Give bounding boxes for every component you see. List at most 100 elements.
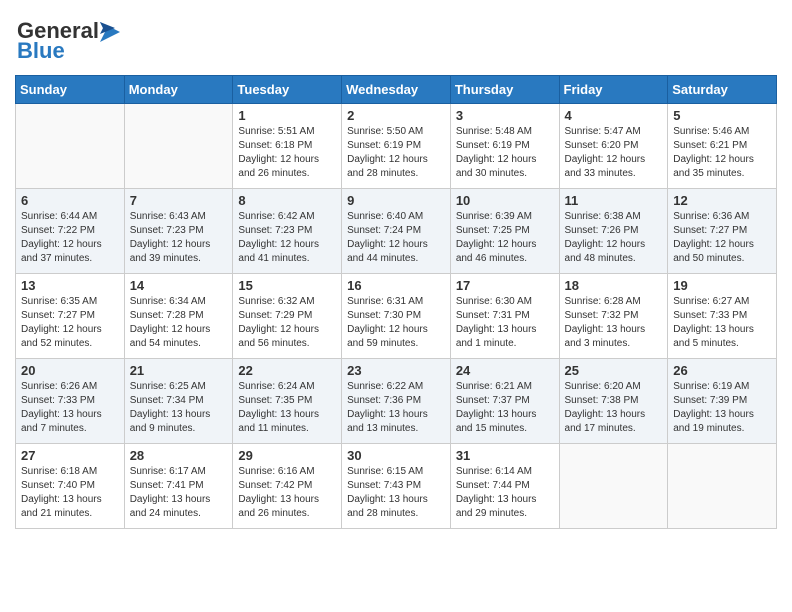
calendar-cell: 9 Sunrise: 6:40 AM Sunset: 7:24 PM Daylig…: [342, 189, 451, 274]
calendar-cell: 12 Sunrise: 6:36 AM Sunset: 7:27 PM Dayli…: [668, 189, 777, 274]
calendar-cell: [16, 104, 125, 189]
day-number: 15: [238, 278, 336, 293]
day-info: Sunrise: 6:30 AM Sunset: 7:31 PM Dayligh…: [456, 295, 554, 351]
calendar-cell: 14 Sunrise: 6:34 AM Sunset: 7:28 PM Dayli…: [124, 274, 233, 359]
calendar-cell: 7 Sunrise: 6:43 AM Sunset: 7:23 PM Daylig…: [124, 189, 233, 274]
calendar-cell: 8Sunrise: 6:42 AM Sunset: 7:23 PM Daylig…: [233, 189, 342, 274]
day-number: 28: [130, 448, 228, 463]
day-info: Sunrise: 6:36 AM Sunset: 7:27 PM Dayligh…: [673, 210, 771, 266]
day-number: 8: [238, 193, 336, 208]
day-number: 12: [673, 193, 771, 208]
page-container: General Blue SundayMondayTuesdayWednesda…: [0, 0, 792, 544]
calendar-cell: 28 Sunrise: 6:17 AM Sunset: 7:41 PM Dayli…: [124, 444, 233, 529]
day-number: 14: [130, 278, 228, 293]
header-day-thursday: Thursday: [450, 76, 559, 104]
day-number: 27: [21, 448, 119, 463]
day-number: 21: [130, 363, 228, 378]
day-info: Sunrise: 6:17 AM Sunset: 7:41 PM Dayligh…: [130, 465, 228, 521]
day-number: 29: [238, 448, 336, 463]
day-number: 3: [456, 108, 554, 123]
day-info: Sunrise: 6:44 AM Sunset: 7:22 PM Dayligh…: [21, 210, 119, 266]
day-number: 23: [347, 363, 445, 378]
day-number: 25: [565, 363, 663, 378]
calendar-cell: 31 Sunrise: 6:14 AM Sunset: 7:44 PM Dayli…: [450, 444, 559, 529]
day-info: Sunrise: 6:25 AM Sunset: 7:34 PM Dayligh…: [130, 380, 228, 436]
calendar-cell: 1 Sunrise: 5:51 AM Sunset: 6:18 PM Daylig…: [233, 104, 342, 189]
day-info: Sunrise: 6:14 AM Sunset: 7:44 PM Dayligh…: [456, 465, 554, 521]
day-number: 26: [673, 363, 771, 378]
day-info: Sunrise: 6:31 AM Sunset: 7:30 PM Dayligh…: [347, 295, 445, 351]
header: General Blue: [15, 10, 777, 67]
calendar-week-2: 6 Sunrise: 6:44 AM Sunset: 7:22 PM Daylig…: [16, 189, 777, 274]
header-day-wednesday: Wednesday: [342, 76, 451, 104]
calendar-cell: 26 Sunrise: 6:19 AM Sunset: 7:39 PM Dayli…: [668, 359, 777, 444]
day-info: Sunrise: 6:24 AM Sunset: 7:35 PM Dayligh…: [238, 380, 336, 436]
calendar-cell: 15 Sunrise: 6:32 AM Sunset: 7:29 PM Dayli…: [233, 274, 342, 359]
day-info: Sunrise: 6:15 AM Sunset: 7:43 PM Dayligh…: [347, 465, 445, 521]
day-info: Sunrise: 5:48 AM Sunset: 6:19 PM Dayligh…: [456, 125, 554, 181]
calendar-cell: 6 Sunrise: 6:44 AM Sunset: 7:22 PM Daylig…: [16, 189, 125, 274]
day-number: 2: [347, 108, 445, 123]
day-number: 7: [130, 193, 228, 208]
calendar-cell: 25 Sunrise: 6:20 AM Sunset: 7:38 PM Dayli…: [559, 359, 668, 444]
day-info: Sunrise: 6:20 AM Sunset: 7:38 PM Dayligh…: [565, 380, 663, 436]
day-number: 22: [238, 363, 336, 378]
day-number: 4: [565, 108, 663, 123]
calendar-cell: 3 Sunrise: 5:48 AM Sunset: 6:19 PM Daylig…: [450, 104, 559, 189]
calendar-week-1: 1 Sunrise: 5:51 AM Sunset: 6:18 PM Daylig…: [16, 104, 777, 189]
calendar-week-4: 20Sunrise: 6:26 AM Sunset: 7:33 PM Dayli…: [16, 359, 777, 444]
day-info: Sunrise: 5:47 AM Sunset: 6:20 PM Dayligh…: [565, 125, 663, 181]
header-day-tuesday: Tuesday: [233, 76, 342, 104]
day-info: Sunrise: 6:19 AM Sunset: 7:39 PM Dayligh…: [673, 380, 771, 436]
day-info: Sunrise: 6:21 AM Sunset: 7:37 PM Dayligh…: [456, 380, 554, 436]
day-number: 1: [238, 108, 336, 123]
day-info: Sunrise: 6:43 AM Sunset: 7:23 PM Dayligh…: [130, 210, 228, 266]
calendar-header-row: SundayMondayTuesdayWednesdayThursdayFrid…: [16, 76, 777, 104]
day-number: 31: [456, 448, 554, 463]
calendar-cell: 19 Sunrise: 6:27 AM Sunset: 7:33 PM Dayli…: [668, 274, 777, 359]
calendar-cell: [124, 104, 233, 189]
day-info: Sunrise: 5:51 AM Sunset: 6:18 PM Dayligh…: [238, 125, 336, 181]
day-info: Sunrise: 6:38 AM Sunset: 7:26 PM Dayligh…: [565, 210, 663, 266]
day-info: Sunrise: 6:28 AM Sunset: 7:32 PM Dayligh…: [565, 295, 663, 351]
day-number: 18: [565, 278, 663, 293]
day-number: 24: [456, 363, 554, 378]
calendar-cell: 21 Sunrise: 6:25 AM Sunset: 7:34 PM Dayli…: [124, 359, 233, 444]
calendar-cell: 13 Sunrise: 6:35 AM Sunset: 7:27 PM Dayli…: [16, 274, 125, 359]
day-number: 13: [21, 278, 119, 293]
day-number: 9: [347, 193, 445, 208]
calendar-cell: 30 Sunrise: 6:15 AM Sunset: 7:43 PM Dayli…: [342, 444, 451, 529]
calendar-cell: 2 Sunrise: 5:50 AM Sunset: 6:19 PM Daylig…: [342, 104, 451, 189]
day-info: Sunrise: 6:18 AM Sunset: 7:40 PM Dayligh…: [21, 465, 119, 521]
day-number: 20: [21, 363, 119, 378]
calendar-cell: 5Sunrise: 5:46 AM Sunset: 6:21 PM Daylig…: [668, 104, 777, 189]
day-number: 16: [347, 278, 445, 293]
calendar-cell: 4 Sunrise: 5:47 AM Sunset: 6:20 PM Daylig…: [559, 104, 668, 189]
calendar-cell: 27 Sunrise: 6:18 AM Sunset: 7:40 PM Dayli…: [16, 444, 125, 529]
day-info: Sunrise: 6:35 AM Sunset: 7:27 PM Dayligh…: [21, 295, 119, 351]
day-number: 6: [21, 193, 119, 208]
day-number: 10: [456, 193, 554, 208]
day-info: Sunrise: 6:16 AM Sunset: 7:42 PM Dayligh…: [238, 465, 336, 521]
calendar-cell: [559, 444, 668, 529]
header-day-saturday: Saturday: [668, 76, 777, 104]
day-info: Sunrise: 6:34 AM Sunset: 7:28 PM Dayligh…: [130, 295, 228, 351]
calendar-cell: 23 Sunrise: 6:22 AM Sunset: 7:36 PM Dayli…: [342, 359, 451, 444]
day-info: Sunrise: 6:32 AM Sunset: 7:29 PM Dayligh…: [238, 295, 336, 351]
svg-text:Blue: Blue: [17, 38, 65, 62]
day-number: 17: [456, 278, 554, 293]
day-number: 30: [347, 448, 445, 463]
day-number: 5: [673, 108, 771, 123]
calendar-cell: 24 Sunrise: 6:21 AM Sunset: 7:37 PM Dayli…: [450, 359, 559, 444]
calendar-cell: 18 Sunrise: 6:28 AM Sunset: 7:32 PM Dayli…: [559, 274, 668, 359]
calendar-cell: [668, 444, 777, 529]
day-number: 19: [673, 278, 771, 293]
logo-text: General Blue: [15, 14, 125, 67]
day-info: Sunrise: 6:22 AM Sunset: 7:36 PM Dayligh…: [347, 380, 445, 436]
calendar-week-3: 13 Sunrise: 6:35 AM Sunset: 7:27 PM Dayli…: [16, 274, 777, 359]
day-info: Sunrise: 6:27 AM Sunset: 7:33 PM Dayligh…: [673, 295, 771, 351]
calendar-cell: 16 Sunrise: 6:31 AM Sunset: 7:30 PM Dayli…: [342, 274, 451, 359]
day-info: Sunrise: 6:40 AM Sunset: 7:24 PM Dayligh…: [347, 210, 445, 266]
day-info: Sunrise: 5:50 AM Sunset: 6:19 PM Dayligh…: [347, 125, 445, 181]
calendar-table: SundayMondayTuesdayWednesdayThursdayFrid…: [15, 75, 777, 529]
